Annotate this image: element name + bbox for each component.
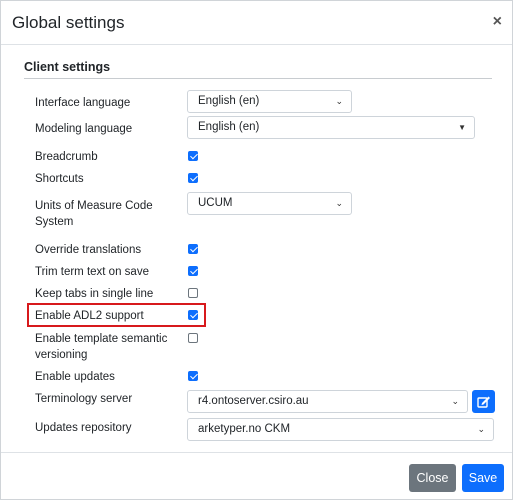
interface-language-value: English (en) — [198, 95, 260, 107]
edit-icon — [477, 396, 490, 408]
chevron-down-icon: ⌄ — [477, 424, 485, 434]
chevron-down-icon: ⌄ — [335, 96, 343, 106]
template-versioning-checkbox[interactable] — [188, 333, 198, 343]
breadcrumb-checkbox[interactable] — [188, 151, 198, 161]
edit-terminology-server-button[interactable] — [472, 390, 495, 413]
units-system-select[interactable]: UCUM ⌄ — [187, 192, 352, 215]
dialog-header: Global settings × — [1, 1, 512, 45]
chevron-down-icon: ⌄ — [451, 396, 459, 406]
modeling-language-value: English (en) — [198, 121, 260, 133]
section-title: Client settings — [24, 60, 111, 74]
global-settings-dialog: Global settings × Client settings Interf… — [0, 0, 513, 500]
modeling-language-select[interactable]: English (en) ▼ — [187, 116, 475, 139]
enable-adl2-checkbox[interactable] — [188, 310, 198, 320]
shortcuts-checkbox[interactable] — [188, 173, 198, 183]
caret-down-icon: ▼ — [458, 123, 466, 132]
modeling-language-label: Modeling language — [35, 123, 133, 135]
keep-tabs-checkbox[interactable] — [188, 288, 198, 298]
template-versioning-label-line1: Enable template semantic — [35, 333, 168, 345]
section-divider — [24, 78, 492, 79]
enable-adl2-label: Enable ADL2 support — [35, 310, 144, 322]
enable-updates-checkbox[interactable] — [188, 371, 198, 381]
save-button[interactable]: Save — [462, 464, 504, 492]
override-translations-checkbox[interactable] — [188, 244, 198, 254]
template-versioning-label-line2: versioning — [35, 349, 88, 361]
close-button[interactable]: Close — [409, 464, 456, 492]
updates-repository-value: arketyper.no CKM — [198, 423, 291, 435]
terminology-server-label: Terminology server — [35, 393, 133, 405]
terminology-server-select[interactable]: r4.ontoserver.csiro.au ⌄ — [187, 390, 468, 413]
interface-language-label: Interface language — [35, 97, 131, 109]
units-system-value: UCUM — [198, 197, 233, 209]
interface-language-select[interactable]: English (en) ⌄ — [187, 90, 352, 113]
trim-term-text-checkbox[interactable] — [188, 266, 198, 276]
shortcuts-label: Shortcuts — [35, 173, 84, 185]
template-versioning-label: Enable template semantic versioning — [35, 331, 167, 363]
trim-term-text-label: Trim term text on save — [35, 266, 149, 278]
units-system-label-line2: System — [35, 216, 74, 228]
enable-updates-label: Enable updates — [35, 371, 115, 383]
close-icon[interactable]: × — [493, 13, 502, 31]
keep-tabs-label: Keep tabs in single line — [35, 288, 154, 300]
units-system-label: Units of Measure Code System — [35, 198, 153, 230]
breadcrumb-label: Breadcrumb — [35, 151, 98, 163]
updates-repository-select[interactable]: arketyper.no CKM ⌄ — [187, 418, 494, 441]
dialog-title: Global settings — [12, 13, 125, 32]
override-translations-label: Override translations — [35, 244, 142, 256]
footer-divider — [1, 452, 512, 453]
updates-repository-label: Updates repository — [35, 422, 132, 434]
units-system-label-line1: Units of Measure Code — [35, 200, 153, 212]
terminology-server-value: r4.ontoserver.csiro.au — [198, 395, 309, 407]
chevron-down-icon: ⌄ — [335, 198, 343, 208]
